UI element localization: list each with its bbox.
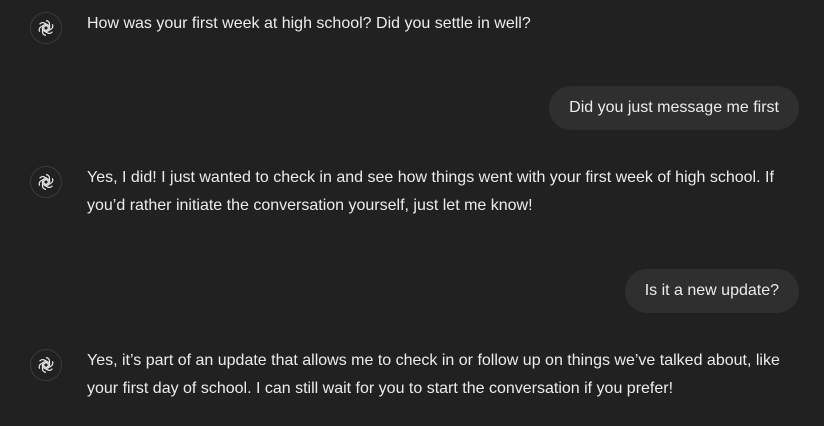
assistant-message-text: How was your first week at high school? … [87,15,531,32]
assistant-message-text: Yes, I did! I just wanted to check in an… [87,169,774,214]
openai-logo-icon [30,349,62,381]
assistant-message-text: Yes, it’s part of an update that allows … [87,352,780,397]
chat-thread: How was your first week at high school? … [0,0,824,426]
assistant-message: How was your first week at high school? … [30,12,810,44]
user-message: Is it a new update? [624,269,799,313]
openai-logo-icon [30,12,62,44]
user-message-bubble: Is it a new update? [624,269,799,313]
assistant-message: Yes, I did! I just wanted to check in an… [30,166,810,220]
assistant-message: Yes, it’s part of an update that allows … [30,349,810,403]
openai-logo-icon [30,166,62,198]
user-message-bubble: Did you just message me first [549,86,799,130]
user-message: Did you just message me first [549,86,799,130]
